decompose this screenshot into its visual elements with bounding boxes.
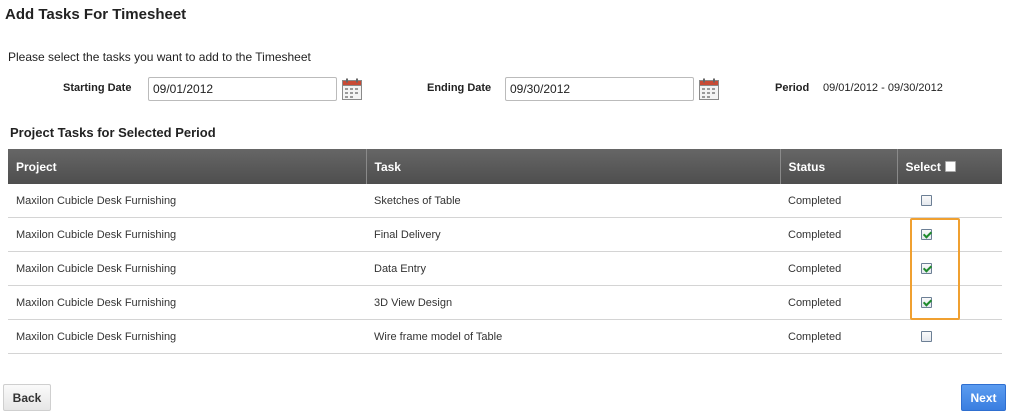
cell-select: [897, 319, 1002, 354]
task-select-checkbox[interactable]: [921, 195, 932, 207]
cell-task: 3D View Design: [366, 285, 780, 320]
cell-select: [897, 184, 1002, 218]
task-select-checkbox[interactable]: [921, 331, 932, 343]
cell-status: Completed: [780, 319, 897, 354]
cell-task: Sketches of Table: [366, 184, 780, 218]
cell-task: Data Entry: [366, 251, 780, 286]
page-title: Add Tasks For Timesheet: [5, 6, 187, 23]
instructions-text: Please select the tasks you want to add …: [8, 50, 311, 64]
select-header-label: Select: [905, 159, 941, 174]
cell-select: [897, 285, 1002, 320]
cell-project: Maxilon Cubicle Desk Furnishing: [8, 251, 366, 286]
cell-status: Completed: [780, 184, 897, 218]
starting-date-calendar-icon[interactable]: [342, 78, 362, 100]
cell-status: Completed: [780, 217, 897, 252]
cell-project: Maxilon Cubicle Desk Furnishing: [8, 285, 366, 320]
task-select-checkbox[interactable]: [921, 297, 932, 309]
ending-date-input[interactable]: [505, 77, 694, 101]
table-row: Maxilon Cubicle Desk Furnishing 3D View D…: [8, 285, 1002, 320]
cell-project: Maxilon Cubicle Desk Furnishing: [8, 319, 366, 354]
table-row: Maxilon Cubicle Desk Furnishing Wire fram…: [8, 319, 1002, 354]
cell-status: Completed: [780, 285, 897, 320]
ending-date-label: Ending Date: [427, 82, 492, 94]
ending-date-calendar-icon[interactable]: [699, 78, 719, 100]
cell-select: [897, 217, 1002, 252]
select-all-checkbox[interactable]: [944, 160, 956, 172]
column-header-task: Task: [366, 149, 781, 184]
period-value: 09/01/2012 - 09/30/2012: [823, 82, 943, 94]
table-row: Maxilon Cubicle Desk Furnishing Sketches …: [8, 184, 1002, 218]
cell-project: Maxilon Cubicle Desk Furnishing: [8, 217, 366, 252]
task-select-checkbox[interactable]: [921, 263, 932, 275]
task-select-checkbox[interactable]: [921, 229, 932, 241]
starting-date-input[interactable]: [148, 77, 337, 101]
cell-task: Wire frame model of Table: [366, 319, 780, 354]
table-row: Maxilon Cubicle Desk Furnishing Data Entr…: [8, 251, 1002, 286]
next-button[interactable]: Next: [961, 384, 1006, 411]
table-row: Maxilon Cubicle Desk Furnishing Final Del…: [8, 217, 1002, 252]
cell-status: Completed: [780, 251, 897, 286]
back-button[interactable]: Back: [3, 384, 51, 411]
column-header-status: Status: [780, 149, 898, 184]
column-header-select: Select: [897, 149, 1002, 184]
tasks-table: Project Task Status Select Maxilon Cubic…: [8, 149, 1002, 354]
column-header-project: Project: [8, 149, 367, 184]
section-title: Project Tasks for Selected Period: [10, 125, 216, 140]
cell-task: Final Delivery: [366, 217, 780, 252]
period-label: Period: [775, 82, 810, 94]
starting-date-label: Starting Date: [63, 82, 132, 94]
table-header-row: Project Task Status Select: [8, 149, 1002, 184]
cell-select: [897, 251, 1002, 286]
cell-project: Maxilon Cubicle Desk Furnishing: [8, 184, 366, 218]
